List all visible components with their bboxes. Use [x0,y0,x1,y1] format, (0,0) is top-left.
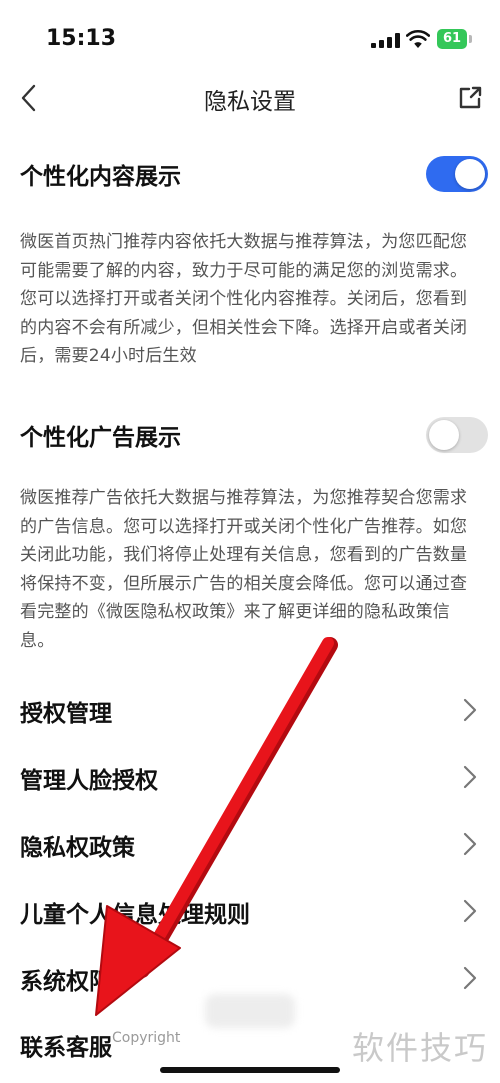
menu-item-label: 联系客服 [20,1035,112,1061]
ad-section-title: 个性化广告展示 [20,425,181,451]
menu-item-label: 隐私权政策 [20,835,135,861]
content-section-description: 微医首页热门推荐内容依托大数据与推荐算法，为您匹配您可能需要了解的内容，致力于尽… [20,232,468,366]
menu-item-label: 儿童个人信息处理规则 [20,902,250,928]
chevron-right-icon [463,966,477,990]
menu-item-children-info-rules[interactable]: 儿童个人信息处理规则 [0,877,500,943]
menu-item-label: 管理人脸授权 [20,768,158,794]
content-section-title: 个性化内容展示 [20,164,181,190]
menu-item-authorization-management[interactable]: 授权管理 [0,676,500,742]
chevron-right-icon [463,832,477,856]
chevron-right-icon [463,698,477,722]
ad-section-description: 微医推荐广告依托大数据与推荐算法，为您推荐契合您需求的广告信息。您可以选择打开或… [20,488,468,651]
page-title: 隐私设置 [204,89,296,115]
chevron-right-icon [463,765,477,789]
content-recommend-toggle[interactable] [426,156,488,192]
toggle-knob [429,420,459,450]
blurred-watermark [205,994,295,1028]
wifi-icon [406,29,430,48]
toggle-knob [455,159,485,189]
copyright-text: Copyright [112,1030,181,1046]
battery-level: 61 [437,29,467,49]
menu-item-face-authorization[interactable]: 管理人脸授权 [0,743,500,809]
share-out-icon[interactable] [452,80,488,116]
nav-bar: 隐私设置 [0,70,500,126]
menu-item-privacy-policy[interactable]: 隐私权政策 [0,810,500,876]
chevron-right-icon [463,899,477,923]
home-indicator[interactable] [160,1067,340,1073]
menu-item-label: 系统权限 [20,969,112,995]
site-watermark: 软件技巧 [352,1029,489,1067]
ad-recommend-toggle[interactable] [426,417,488,453]
cellular-signal-icon [371,33,401,48]
battery-icon: 61 [437,29,473,49]
status-time: 15:13 [46,26,117,51]
menu-item-label: 授权管理 [20,701,112,727]
status-bar: 15:13 61 [0,0,500,78]
